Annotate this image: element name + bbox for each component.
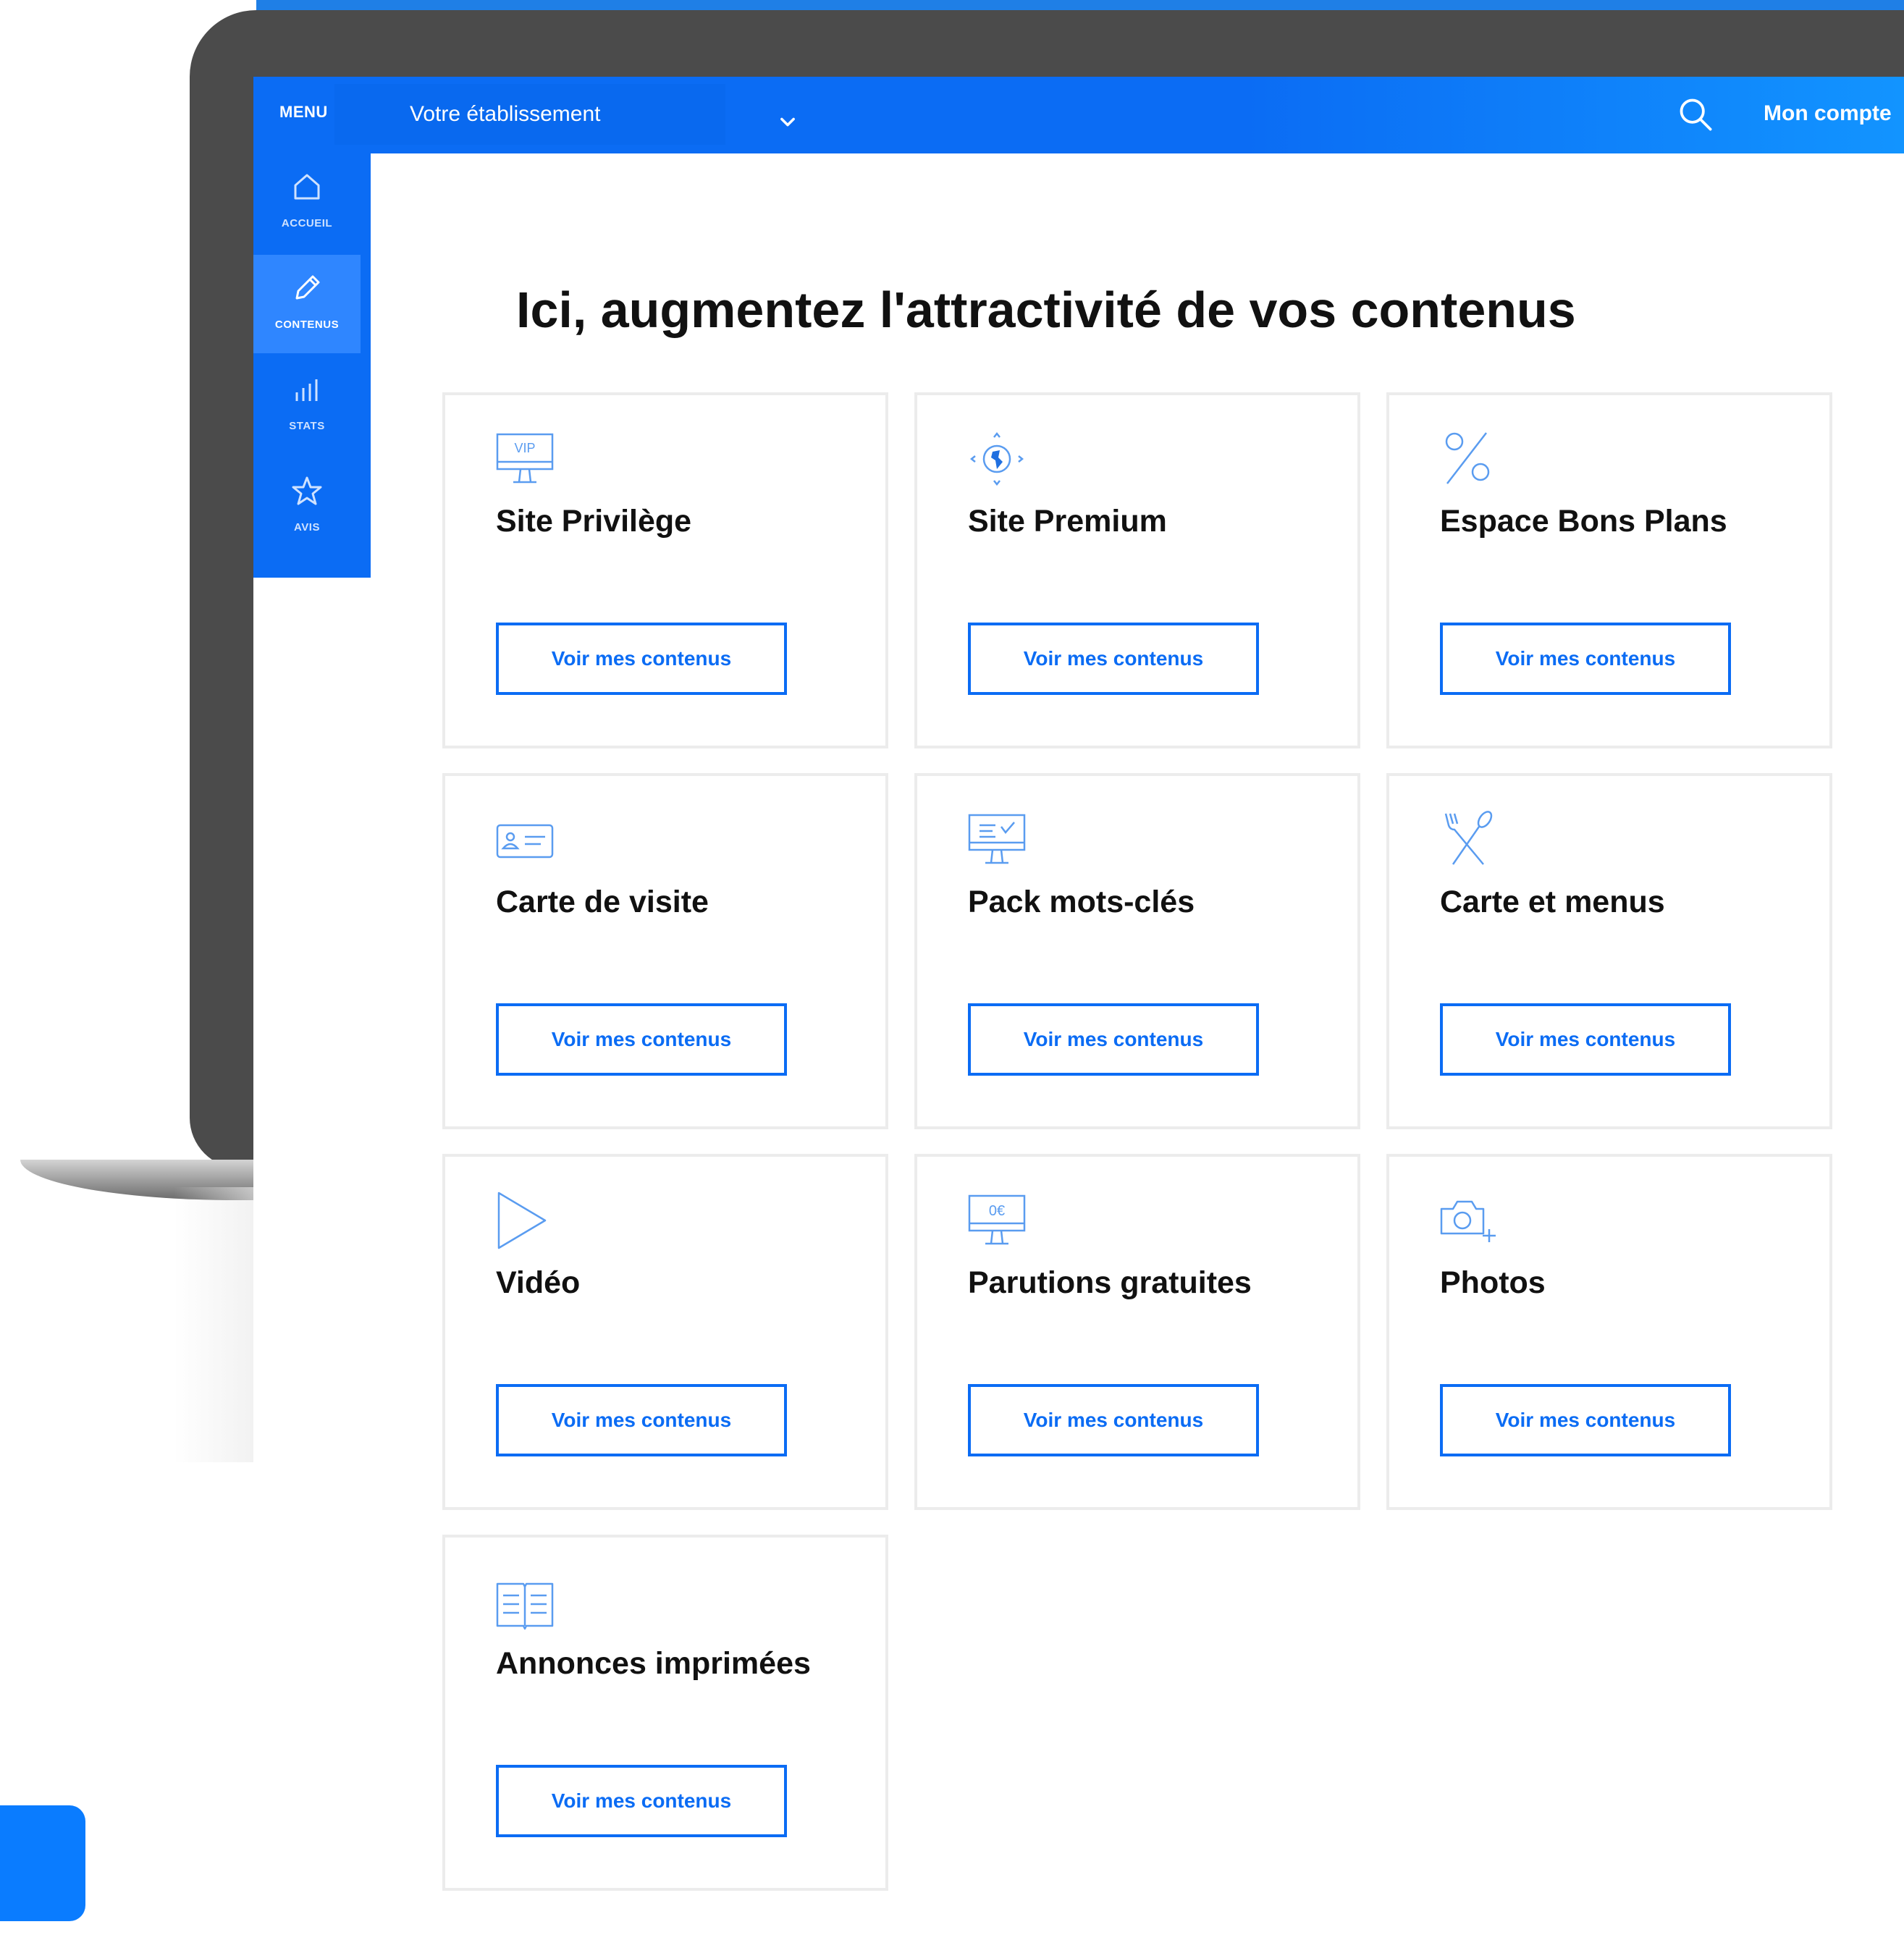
card-title: Carte de visite	[496, 885, 709, 919]
laptop-top-edge	[256, 0, 1904, 10]
sidebar-item-label: AVIS	[294, 521, 320, 534]
voir-mes-contenus-button[interactable]: Voir mes contenus	[968, 1003, 1259, 1076]
search-icon[interactable]	[1677, 96, 1714, 133]
establishment-label: Votre établissement	[410, 102, 601, 126]
globe-arrows-icon	[969, 431, 1024, 486]
vip-monitor-icon: VIP	[496, 433, 554, 484]
svg-text:VIP: VIP	[514, 441, 535, 455]
pencil-icon	[295, 275, 320, 300]
svg-text:0€: 0€	[989, 1203, 1005, 1219]
keywords-monitor-icon	[968, 814, 1026, 864]
card-annonces-imprimees: Annonces imprimées Voir mes contenus	[442, 1535, 888, 1891]
card-pack-mots-cles: Pack mots-clés Voir mes contenus	[914, 773, 1360, 1129]
page-title: Ici, augmentez l'attractivité de vos con…	[516, 282, 1576, 338]
card-title: Vidéo	[496, 1265, 581, 1300]
voir-mes-contenus-button[interactable]: Voir mes contenus	[496, 1384, 787, 1456]
open-book-icon	[496, 1582, 554, 1630]
sidebar-item-label: STATS	[289, 420, 325, 432]
voir-mes-contenus-button[interactable]: Voir mes contenus	[496, 1003, 787, 1076]
euro-monitor-icon: 0€	[968, 1194, 1026, 1245]
card-video: Vidéo Voir mes contenus	[442, 1154, 888, 1510]
establishment-selector[interactable]: Votre établissement	[334, 84, 795, 145]
sidebar-item-label: CONTENUS	[274, 319, 340, 331]
card-carte-de-visite: Carte de visite Voir mes contenus	[442, 773, 888, 1129]
menu-button[interactable]: MENU	[279, 103, 328, 122]
account-link[interactable]: Mon compte	[1764, 101, 1892, 126]
camera-plus-icon	[1440, 1200, 1496, 1242]
card-site-premium: Site Premium Voir mes contenus	[914, 392, 1360, 748]
voir-mes-contenus-button[interactable]: Voir mes contenus	[1440, 1003, 1731, 1076]
top-bar: MENU Votre établissement Mon compte	[253, 77, 1904, 153]
sidebar-item-label: ACCUEIL	[281, 217, 333, 229]
card-title: Site Privilège	[496, 504, 692, 539]
card-title: Site Premium	[968, 504, 1167, 539]
card-photos: Photos Voir mes contenus	[1386, 1154, 1832, 1510]
card-title: Parutions gratuites	[968, 1265, 1252, 1300]
business-card-icon	[496, 824, 554, 859]
card-parutions-gratuites: 0€ Parutions gratuites Voir mes contenus	[914, 1154, 1360, 1510]
card-title: Espace Bons Plans	[1440, 504, 1727, 539]
decorative-blue-square	[0, 1805, 85, 1921]
sidebar-item-contenus[interactable]: CONTENUS	[253, 255, 361, 353]
voir-mes-contenus-button[interactable]: Voir mes contenus	[496, 1765, 787, 1837]
voir-mes-contenus-button[interactable]: Voir mes contenus	[968, 623, 1259, 695]
card-title: Carte et menus	[1440, 885, 1665, 919]
card-title: Annonces imprimées	[496, 1646, 811, 1681]
card-espace-bons-plans: Espace Bons Plans Voir mes contenus	[1386, 392, 1832, 748]
cutlery-icon	[1444, 811, 1493, 865]
card-site-privilege: VIP Site Privilège Voir mes contenus	[442, 392, 888, 748]
home-icon	[294, 174, 320, 200]
star-icon	[292, 476, 322, 505]
sidebar: ACCUEIL CONTENUS STATS AVIS	[253, 153, 371, 578]
play-icon	[497, 1192, 547, 1249]
sidebar-item-accueil[interactable]: ACCUEIL	[253, 153, 361, 252]
voir-mes-contenus-button[interactable]: Voir mes contenus	[968, 1384, 1259, 1456]
card-title: Photos	[1440, 1265, 1546, 1300]
voir-mes-contenus-button[interactable]: Voir mes contenus	[1440, 623, 1731, 695]
voir-mes-contenus-button[interactable]: Voir mes contenus	[496, 623, 787, 695]
app-screen: MENU Votre établissement Mon compte ACCU…	[253, 77, 1904, 1940]
percent-icon	[1445, 432, 1490, 484]
card-carte-et-menus: Carte et menus Voir mes contenus	[1386, 773, 1832, 1129]
laptop-shadow	[174, 1187, 261, 1462]
card-title: Pack mots-clés	[968, 885, 1195, 919]
chevron-down-icon	[780, 117, 795, 127]
sidebar-item-avis[interactable]: AVIS	[253, 457, 361, 556]
voir-mes-contenus-button[interactable]: Voir mes contenus	[1440, 1384, 1731, 1456]
sidebar-item-stats[interactable]: STATS	[253, 356, 361, 455]
bar-chart-icon	[295, 379, 318, 401]
